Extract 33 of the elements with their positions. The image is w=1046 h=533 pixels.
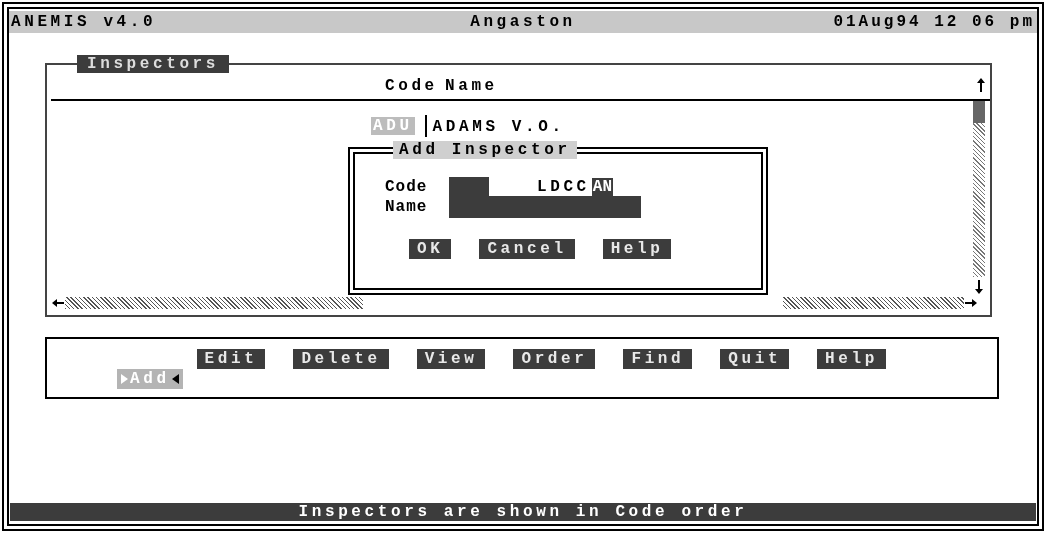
menu-button[interactable]: Edit bbox=[196, 349, 266, 369]
dialog-button[interactable]: Help bbox=[602, 239, 672, 259]
column-header: Name bbox=[445, 77, 498, 95]
dialog-button[interactable]: Cancel bbox=[479, 239, 575, 259]
menu-button[interactable]: Delete bbox=[293, 349, 389, 369]
panel-title: Inspectors bbox=[77, 55, 229, 73]
dialog-title: Add Inspector bbox=[393, 141, 577, 159]
scroll-right-icon[interactable] bbox=[964, 298, 978, 308]
column-header: Code bbox=[385, 77, 439, 95]
region-field[interactable]: AN bbox=[591, 178, 613, 196]
dialog-button[interactable]: OK bbox=[409, 239, 452, 259]
horizontal-scrollbar[interactable] bbox=[65, 297, 964, 309]
app-title: ANEMIS v4.0 bbox=[11, 13, 158, 31]
pointer-left-icon bbox=[171, 374, 179, 384]
scroll-down-icon[interactable] bbox=[974, 279, 984, 295]
name-field[interactable] bbox=[449, 196, 641, 218]
menu-button[interactable]: Order bbox=[513, 349, 596, 369]
date-time: 01Aug94 12 06 pm bbox=[833, 13, 1035, 31]
menu-button[interactable]: Find bbox=[623, 349, 693, 369]
vertical-scrollbar[interactable] bbox=[973, 101, 985, 277]
pointer-right-icon bbox=[121, 374, 128, 384]
scroll-up-icon[interactable] bbox=[976, 77, 986, 93]
menu-button[interactable]: View bbox=[416, 349, 486, 369]
field-label: Code bbox=[385, 178, 429, 196]
menu-button[interactable]: Quit bbox=[720, 349, 790, 369]
location-label: Angaston bbox=[470, 13, 576, 31]
name-cell[interactable]: ADAMS V.O. bbox=[424, 115, 565, 137]
code-field[interactable] bbox=[449, 177, 489, 197]
menu-button[interactable]: Help bbox=[817, 349, 886, 369]
field-label: Name bbox=[385, 198, 429, 216]
scroll-left-icon[interactable] bbox=[51, 298, 65, 308]
status-text: Inspectors are shown in Code order bbox=[298, 503, 748, 521]
region-label: LDCC bbox=[537, 178, 590, 196]
